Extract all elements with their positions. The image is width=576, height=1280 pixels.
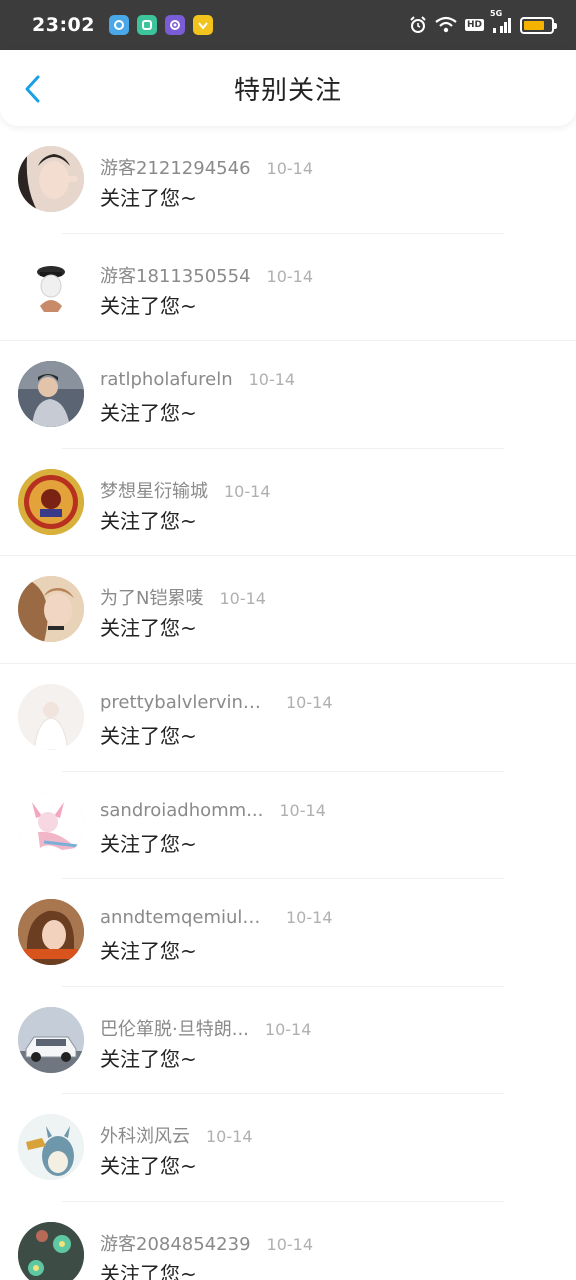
- date-label: 10-14: [266, 1234, 314, 1254]
- item-text: anndtemqemiule... 10-14 关注了您~: [100, 907, 540, 964]
- item-header: prettybalvlervinasg 10-14: [100, 692, 540, 716]
- username[interactable]: 巴伦箪脱·旦特朗...: [100, 1015, 249, 1041]
- avatar[interactable]: [18, 361, 84, 428]
- avatar[interactable]: [18, 253, 84, 320]
- date-label: 10-14: [206, 1127, 253, 1147]
- list-item[interactable]: 外科浏风云 10-14 关注了您~: [0, 1094, 576, 1202]
- item-text: sandroiadhomm... 10-14 关注了您~: [100, 800, 540, 857]
- list-item[interactable]: 游客2084854239 10-14 关注了您~: [0, 1202, 576, 1280]
- list-item[interactable]: 游客2121294546 10-14 关注了您~: [0, 126, 576, 234]
- username[interactable]: 梦想星衍输城: [100, 477, 208, 503]
- list-item[interactable]: anndtemqemiule... 10-14 关注了您~: [0, 879, 576, 987]
- chat-app-icon: [164, 15, 185, 35]
- username[interactable]: 外科浏风云: [100, 1122, 190, 1148]
- item-text: 梦想星衍输城 10-14 关注了您~: [100, 477, 540, 534]
- item-text: 游客2121294546 10-14 关注了您~: [100, 154, 540, 211]
- date-label: 10-14: [224, 481, 271, 501]
- notification-message: 关注了您~: [100, 723, 197, 748]
- item-text: 游客1811350554 10-14 关注了您~: [100, 262, 540, 319]
- item-header: 游客1811350554 10-14: [100, 262, 540, 288]
- date-label: 10-14: [219, 589, 266, 609]
- notification-message: 关注了您~: [100, 508, 197, 533]
- status-time: 23:02: [32, 14, 95, 36]
- item-header: 梦想星衍输城 10-14: [100, 477, 540, 503]
- item-header: 外科浏风云 10-14: [100, 1122, 540, 1148]
- username[interactable]: 为了N铠累唛: [100, 584, 203, 610]
- date-label: 10-14: [248, 370, 296, 390]
- notification-message: 关注了您~: [100, 1261, 197, 1280]
- date-label: 10-14: [266, 266, 314, 286]
- follow-notification-list: 游客2121294546 10-14 关注了您~ 游客1811350554 10…: [0, 126, 576, 1280]
- item-text: ratlpholafureln 10-14 关注了您~: [100, 369, 540, 426]
- page-header: 特别关注: [0, 50, 576, 126]
- avatar[interactable]: [18, 1006, 84, 1073]
- item-header: sandroiadhomm... 10-14: [100, 800, 540, 824]
- alarm-icon: [409, 16, 427, 34]
- avatar[interactable]: [18, 791, 84, 858]
- status-bar: 23:02 HD 5G: [0, 0, 576, 50]
- notification-message: 关注了您~: [100, 401, 197, 426]
- wifi-icon: [435, 16, 457, 34]
- item-header: 游客2084854239 10-14: [100, 1230, 540, 1256]
- date-label: 10-14: [266, 159, 314, 178]
- wallet-app-icon: [192, 15, 213, 35]
- notification-message: 关注了您~: [100, 1154, 197, 1179]
- list-item[interactable]: 巴伦箪脱·旦特朗... 10-14 关注了您~: [0, 987, 576, 1095]
- notification-message: 关注了您~: [100, 939, 197, 964]
- date-label: 10-14: [286, 908, 333, 928]
- notification-message: 关注了您~: [100, 831, 197, 856]
- camera-app-icon: [136, 15, 157, 35]
- item-header: ratlpholafureln 10-14: [100, 369, 540, 393]
- signal-icon: 5G: [490, 9, 512, 34]
- avatar[interactable]: [18, 899, 84, 966]
- list-item[interactable]: prettybalvlervinasg 10-14 关注了您~: [0, 664, 576, 772]
- item-header: 巴伦箪脱·旦特朗... 10-14: [100, 1015, 540, 1041]
- network-type-label: 5G: [490, 9, 503, 18]
- item-header: 游客2121294546 10-14: [100, 154, 540, 180]
- notification-message: 关注了您~: [100, 616, 197, 641]
- username[interactable]: 游客2121294546: [100, 154, 251, 180]
- battery-level: [524, 20, 544, 30]
- item-text: 为了N铠累唛 10-14 关注了您~: [100, 584, 540, 641]
- battery-icon: [520, 16, 557, 34]
- chevron-left-icon: [25, 75, 40, 103]
- username[interactable]: 游客2084854239: [100, 1230, 251, 1256]
- list-item[interactable]: sandroiadhomm... 10-14 关注了您~: [0, 772, 576, 880]
- username[interactable]: ratlpholafureln: [100, 369, 233, 390]
- avatar[interactable]: [18, 468, 84, 535]
- item-header: 为了N铠累唛 10-14: [100, 584, 540, 610]
- notification-message: 关注了您~: [100, 293, 197, 318]
- system-status-icons: HD 5G: [409, 9, 557, 34]
- avatar[interactable]: [18, 683, 84, 750]
- avatar[interactable]: [18, 1114, 84, 1181]
- notification-message: 关注了您~: [100, 186, 197, 210]
- list-item[interactable]: 梦想星衍输城 10-14 关注了您~: [0, 449, 576, 557]
- notification-message: 关注了您~: [100, 1046, 197, 1071]
- username[interactable]: sandroiadhomm...: [100, 800, 263, 821]
- username[interactable]: anndtemqemiule...: [100, 907, 270, 928]
- avatar[interactable]: [18, 1221, 84, 1280]
- browser-app-icon: [108, 15, 129, 35]
- list-item[interactable]: 为了N铠累唛 10-14 关注了您~: [0, 556, 576, 664]
- list-item[interactable]: ratlpholafureln 10-14 关注了您~: [0, 341, 576, 449]
- list-item[interactable]: 游客1811350554 10-14 关注了您~: [0, 234, 576, 342]
- date-label: 10-14: [264, 1019, 312, 1039]
- date-label: 10-14: [286, 692, 333, 712]
- item-text: 游客2084854239 10-14 关注了您~: [100, 1230, 540, 1280]
- notification-app-icons: [108, 15, 213, 35]
- item-text: 巴伦箪脱·旦特朗... 10-14 关注了您~: [100, 1015, 540, 1072]
- avatar[interactable]: [18, 576, 84, 643]
- hd-voice-icon: HD: [464, 19, 484, 31]
- item-text: prettybalvlervinasg 10-14 关注了您~: [100, 692, 540, 749]
- username[interactable]: 游客1811350554: [100, 262, 251, 288]
- avatar[interactable]: [18, 146, 84, 212]
- item-text: 外科浏风云 10-14 关注了您~: [100, 1122, 540, 1179]
- back-button[interactable]: [18, 74, 48, 104]
- username[interactable]: prettybalvlervinasg: [100, 692, 270, 713]
- item-header: anndtemqemiule... 10-14: [100, 907, 540, 931]
- page-title: 特别关注: [233, 75, 342, 106]
- date-label: 10-14: [279, 800, 326, 820]
